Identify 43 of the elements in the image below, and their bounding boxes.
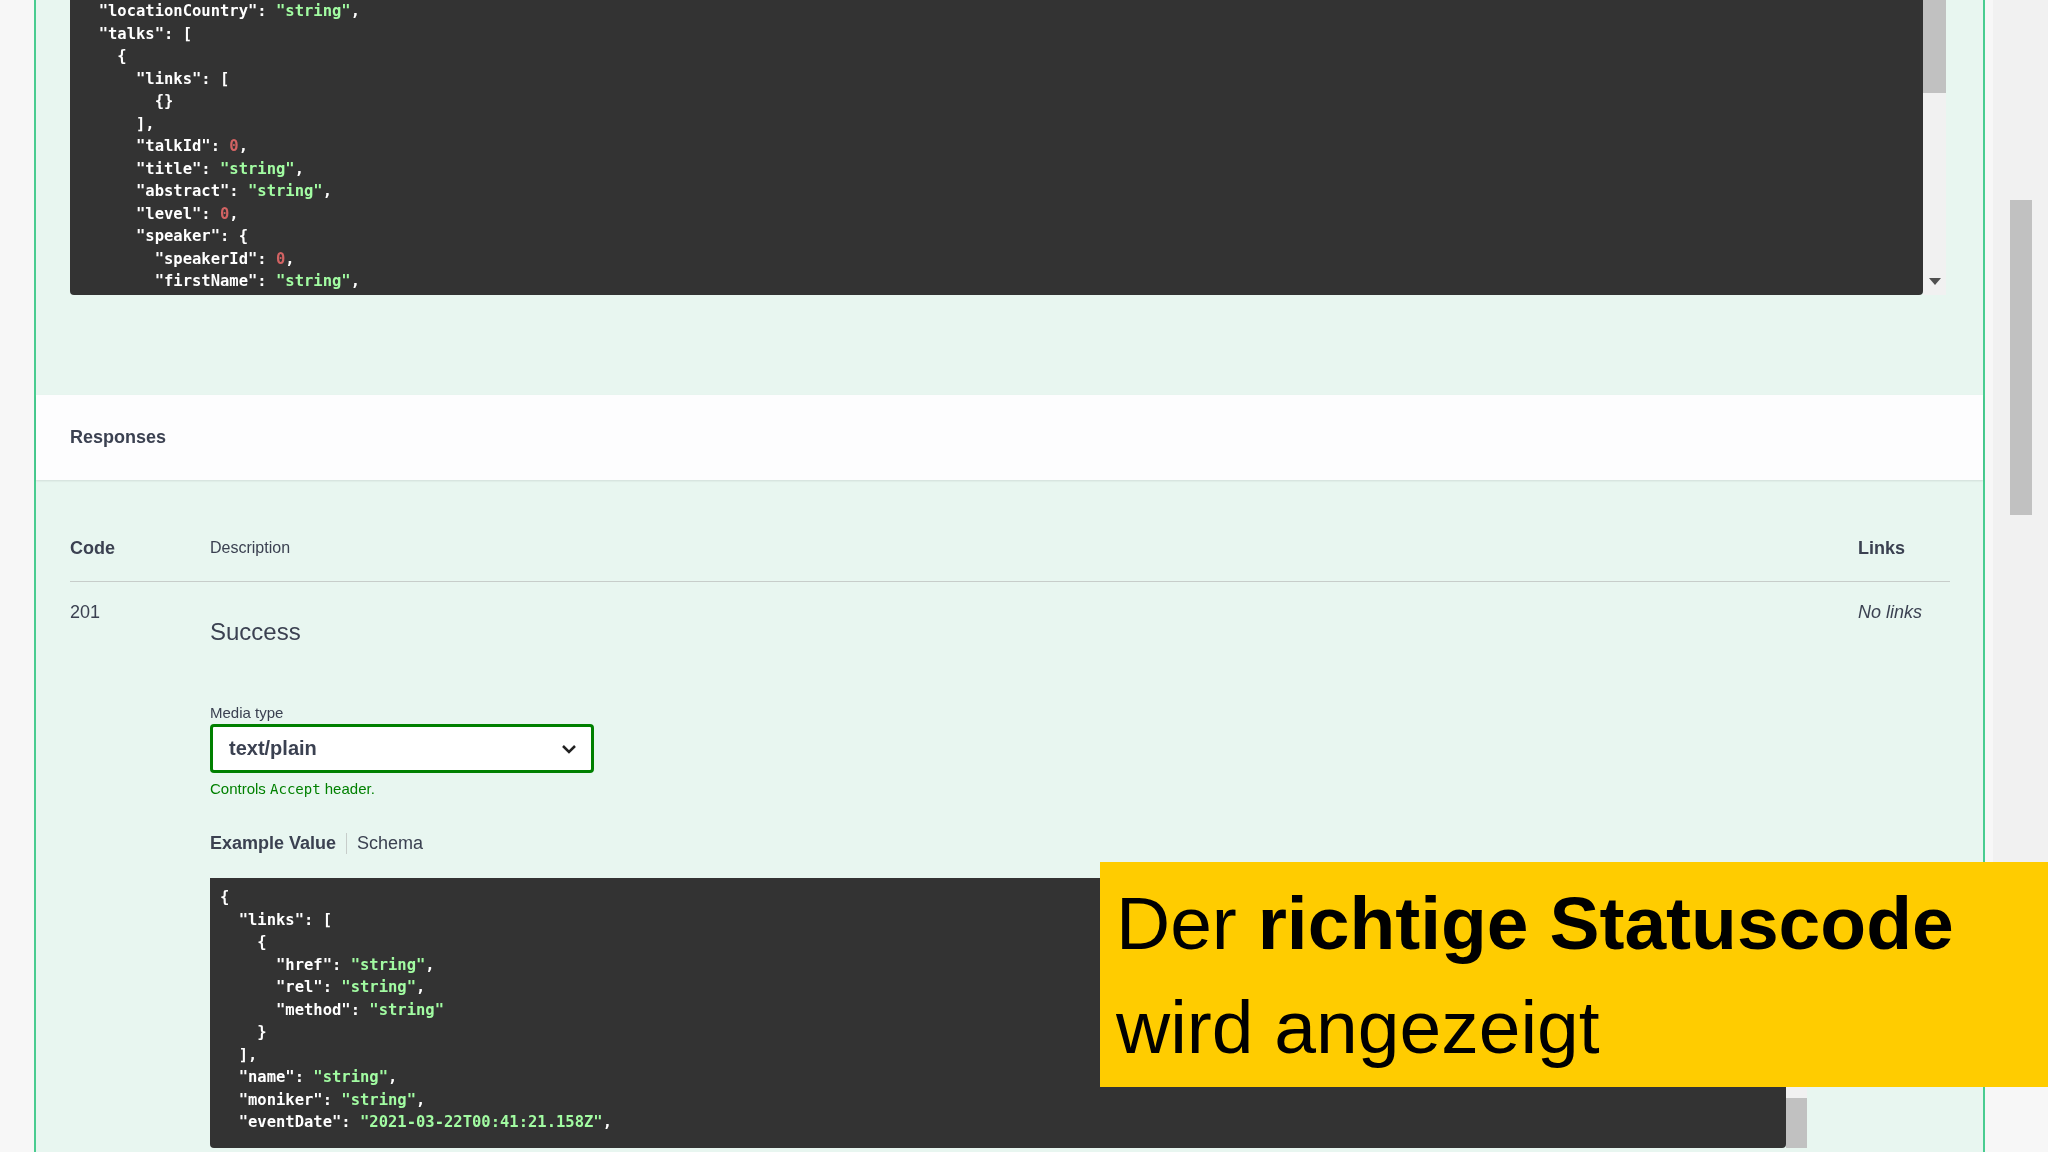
code-line: "method": "string" — [275, 999, 445, 1021]
code-line: { — [220, 887, 231, 908]
hint-text: Controls Accept header. — [210, 780, 376, 797]
code-line: {} — [153, 91, 175, 112]
code-line: ], — [135, 113, 156, 135]
response-description: Success — [210, 618, 302, 646]
code-line: "eventDate": "2021-03-22T00:41:21.158Z", — [237, 1112, 613, 1133]
code-line: "abstract": "string", — [135, 181, 333, 202]
code-line: "moniker": "string", — [237, 1089, 427, 1111]
caption-text: Der richtige Statuscode — [1116, 879, 1955, 967]
column-header: Description — [210, 539, 291, 556]
example-tab[interactable]: Example Value — [210, 833, 347, 854]
code-line: "level": 0, — [135, 203, 240, 225]
caption-text: wird angezeigt — [1116, 983, 1601, 1071]
scrollbar[interactable] — [1923, 0, 1946, 295]
column-header: Links — [1858, 537, 1905, 558]
chevron-down-icon — [561, 743, 577, 754]
code-line: "title": "string", — [135, 158, 305, 180]
code-line: "links": [ — [237, 909, 333, 931]
code-line: "name": "string", — [237, 1067, 399, 1088]
code-line: } — [256, 1022, 268, 1043]
example-tab[interactable]: Schema — [346, 833, 434, 854]
links-text: No links — [1858, 602, 1923, 622]
code-line: "rel": "string", — [275, 977, 427, 998]
scroll-down-icon[interactable] — [1928, 278, 1941, 285]
code-line: "links": [ — [135, 68, 231, 90]
code-line: "talks": [ — [97, 23, 193, 45]
media-type-select[interactable]: text/plain — [210, 724, 594, 773]
code-line: { — [256, 932, 268, 953]
field-label: Media type — [210, 704, 285, 721]
code-line: "talkId": 0, — [135, 136, 250, 157]
scrollbar-thumb[interactable] — [1786, 1098, 1807, 1148]
section-title: Responses — [70, 427, 167, 448]
code-line: "href": "string", — [275, 954, 436, 976]
code-line: "firstName": "string", — [153, 271, 361, 292]
code-line: ], — [237, 1044, 259, 1066]
code-line: "locationCountry": "string", — [97, 1, 361, 22]
code-line: { — [116, 46, 128, 67]
code-line: "speakerId": 0, — [153, 248, 296, 270]
code-line: "speaker": { — [135, 226, 249, 247]
page-scrollbar[interactable] — [1993, 0, 2048, 862]
status-code: 201 — [70, 602, 101, 622]
column-header: Code — [70, 537, 115, 558]
